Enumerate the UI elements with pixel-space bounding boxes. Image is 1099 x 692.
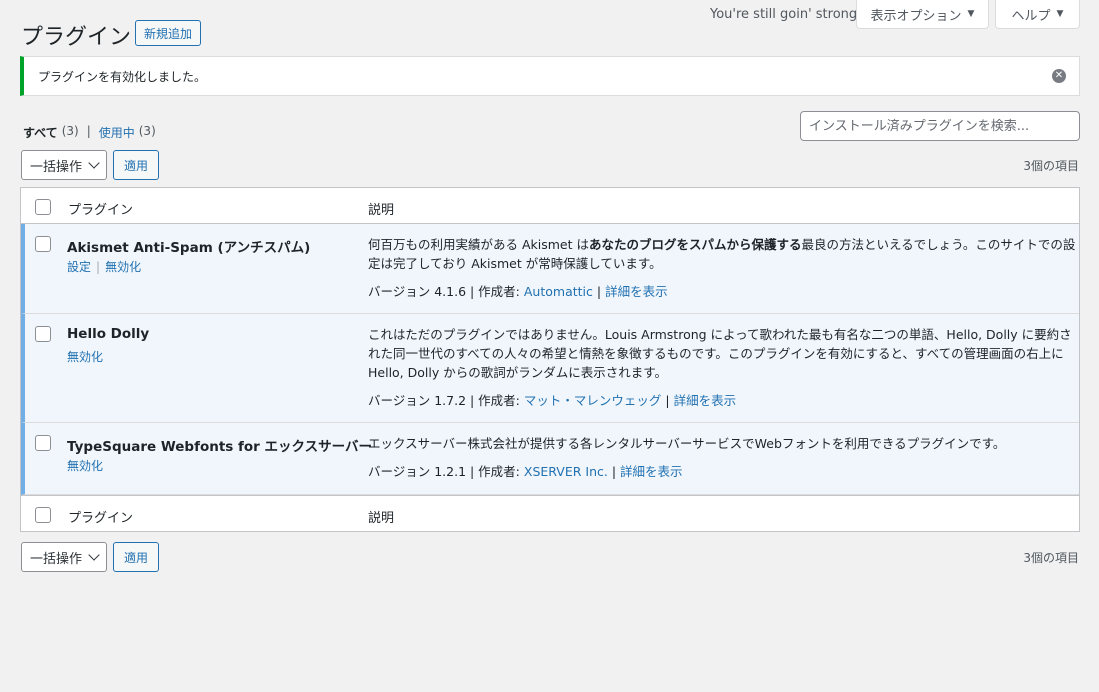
row-actions: 無効化 — [67, 348, 103, 365]
action-separator: | — [96, 259, 101, 274]
dismiss-notice-icon[interactable]: ✕ — [1052, 69, 1066, 83]
plugin-row-hello-dolly: Hello Dolly 無効化 これはただのプラグインではありません。Louis… — [21, 314, 1079, 423]
plugin-description: 何百万もの利用実績がある Akismet はあなたのブログをスパムから保護する最… — [368, 235, 1080, 273]
plugin-status-filters: すべて (3) | 使用中 (3) — [23, 124, 156, 141]
row-checkbox[interactable] — [35, 236, 51, 252]
deactivate-link[interactable]: 無効化 — [67, 348, 103, 365]
row-checkbox[interactable] — [35, 326, 51, 342]
plugin-name: Akismet Anti-Spam (アンチスパム) — [67, 240, 311, 256]
version-separator: | — [661, 393, 674, 408]
bulk-actions-label: 一括操作 — [30, 159, 83, 175]
page-title: プラグイン — [21, 25, 132, 50]
bulk-actions-label: 一括操作 — [30, 551, 83, 567]
author-link[interactable]: Automattic — [524, 284, 593, 299]
filter-all-count: (3) — [61, 124, 79, 138]
chevron-down-icon — [88, 549, 100, 561]
filter-separator: | — [86, 124, 91, 138]
plugin-row-akismet: Akismet Anti-Spam (アンチスパム) 設定 | 無効化 何百万も… — [21, 224, 1079, 314]
select-all-checkbox[interactable] — [35, 199, 51, 215]
plugin-version-info: バージョン 1.7.2 | 作成者: マット・マレンウェッグ | 詳細を表示 — [368, 390, 736, 409]
hello-dolly-lyric: You're still goin' strong — [710, 7, 858, 22]
plugin-row-typesquare: TypeSquare Webfonts for エックスサーバー 無効化 エック… — [21, 423, 1079, 495]
apply-button[interactable]: 適用 — [113, 542, 159, 572]
plugins-page: You're still goin' strong 表示オプション ▼ ヘルプ … — [0, 0, 1099, 692]
screen-options-button[interactable]: 表示オプション ▼ — [856, 0, 989, 29]
row-checkbox[interactable] — [35, 435, 51, 451]
filter-active-count: (3) — [138, 124, 156, 138]
plugin-version-info: バージョン 4.1.6 | 作成者: Automattic | 詳細を表示 — [368, 281, 668, 300]
view-details-link[interactable]: 詳細を表示 — [605, 284, 668, 299]
item-count: 3個の項目 — [1023, 551, 1079, 565]
column-footer-description: 説明 — [368, 511, 395, 526]
view-details-link[interactable]: 詳細を表示 — [620, 464, 683, 479]
help-label: ヘルプ — [1011, 8, 1051, 24]
plugin-name: Hello Dolly — [67, 326, 150, 342]
plugin-description: エックスサーバー株式会社が提供する各レンタルサーバーサービスでWebフォントを利… — [368, 434, 1080, 453]
triangle-down-icon: ▼ — [1056, 9, 1064, 19]
bulk-actions-select[interactable]: 一括操作 — [21, 542, 107, 572]
version-text: バージョン 4.1.6 | 作成者: — [368, 284, 524, 299]
plugins-table: プラグイン 説明 Akismet Anti-Spam (アンチスパム) 設定 |… — [20, 187, 1080, 532]
plugin-version-info: バージョン 1.2.1 | 作成者: XSERVER Inc. | 詳細を表示 — [368, 461, 683, 480]
bulk-actions-select[interactable]: 一括操作 — [21, 150, 107, 180]
chevron-down-icon — [88, 157, 100, 169]
help-button[interactable]: ヘルプ ▼ — [995, 0, 1080, 29]
filter-active[interactable]: 使用中 — [99, 124, 135, 141]
item-count: 3個の項目 — [1023, 159, 1079, 173]
row-actions: 設定 | 無効化 — [67, 258, 141, 275]
select-all-checkbox[interactable] — [35, 507, 51, 523]
column-footer-plugin: プラグイン — [68, 511, 134, 526]
deactivate-link[interactable]: 無効化 — [67, 457, 103, 474]
version-separator: | — [607, 464, 621, 479]
plugin-description: これはただのプラグインではありません。Louis Armstrong によって歌… — [368, 325, 1080, 382]
desc-text: これはただのプラグインではありません。Louis Armstrong によって歌… — [368, 327, 1072, 380]
desc-bold-text: あなたのブログをスパムから保護する — [589, 237, 802, 252]
plugin-name: TypeSquare Webfonts for エックスサーバー — [67, 439, 372, 455]
author-link[interactable]: XSERVER Inc. — [524, 464, 608, 479]
notice-message: プラグインを有効化しました。 — [38, 69, 207, 84]
deactivate-link[interactable]: 無効化 — [105, 258, 141, 275]
table-footer: プラグイン 説明 — [21, 495, 1079, 531]
table-header: プラグイン 説明 — [21, 188, 1079, 224]
version-separator: | — [592, 284, 606, 299]
add-new-button[interactable]: 新規追加 — [135, 20, 201, 46]
column-header-plugin: プラグイン — [68, 203, 134, 218]
success-notice: プラグインを有効化しました。 ✕ — [20, 56, 1080, 96]
view-details-link[interactable]: 詳細を表示 — [674, 393, 737, 408]
triangle-down-icon: ▼ — [967, 9, 975, 19]
column-header-description: 説明 — [368, 203, 395, 218]
row-actions: 無効化 — [67, 457, 103, 474]
filter-all[interactable]: すべて — [23, 124, 58, 141]
desc-text: 何百万もの利用実績がある Akismet は — [368, 237, 589, 252]
screen-options-label: 表示オプション — [870, 8, 962, 24]
author-link[interactable]: マット・マレンウェッグ — [524, 393, 662, 408]
settings-link[interactable]: 設定 — [67, 258, 91, 275]
version-text: バージョン 1.7.2 | 作成者: — [368, 393, 524, 408]
version-text: バージョン 1.2.1 | 作成者: — [368, 464, 524, 479]
desc-text: エックスサーバー株式会社が提供する各レンタルサーバーサービスでWebフォントを利… — [368, 436, 1006, 451]
plugin-search-input[interactable] — [800, 111, 1080, 141]
apply-button[interactable]: 適用 — [113, 150, 159, 180]
